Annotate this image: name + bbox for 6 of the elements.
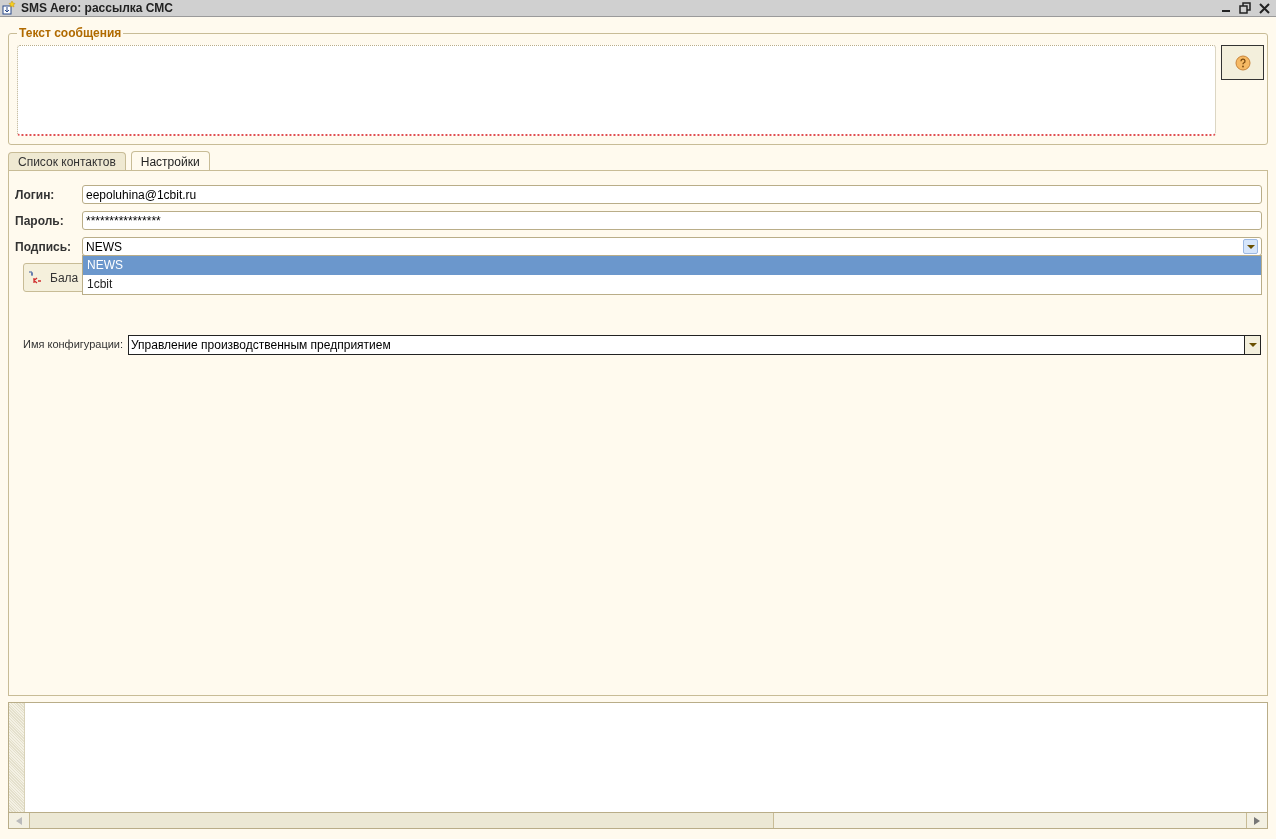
window-title: SMS Aero: рассылка СМС	[21, 0, 174, 17]
field-label: Логин:	[14, 186, 56, 204]
field-label: Пароль:	[14, 212, 65, 230]
group-label: Текст сообщения	[17, 25, 124, 41]
field-label: Имя конфигурации:	[23, 337, 125, 353]
field-label: Подпись:	[14, 238, 73, 256]
